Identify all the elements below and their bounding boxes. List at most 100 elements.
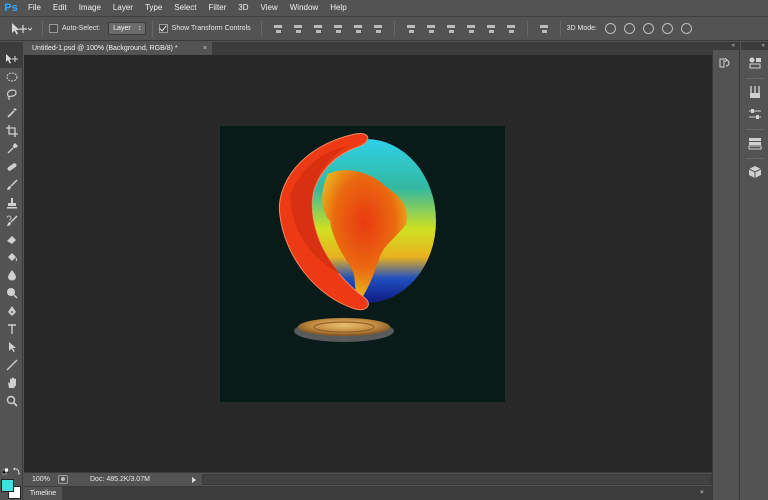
layers-icon — [748, 138, 762, 150]
panel-dock-column: « — [741, 42, 768, 500]
horizontal-scrollbar[interactable] — [202, 474, 712, 485]
timeline-collapse-icon[interactable]: » — [700, 488, 704, 496]
zoom-level[interactable]: 100% — [24, 476, 58, 483]
zoom-tool-button[interactable] — [0, 392, 23, 410]
magic-wand-icon — [6, 108, 16, 118]
menu-3d[interactable]: 3D — [232, 0, 254, 16]
hand-icon — [7, 377, 16, 388]
stamp-icon — [6, 198, 17, 209]
type-tool-button[interactable] — [0, 320, 23, 338]
menu-image[interactable]: Image — [73, 0, 107, 16]
dock-collapse-icon[interactable]: « — [741, 42, 768, 50]
canvas-area[interactable] — [24, 55, 712, 472]
document-tab[interactable]: Untitled-1.psd @ 100% (Background, RGB/8… — [24, 42, 212, 55]
auto-select-checkbox[interactable] — [49, 24, 58, 33]
align-right-edges-icon[interactable] — [372, 23, 384, 35]
eyedropper-tool-button[interactable] — [0, 140, 23, 158]
close-icon[interactable]: × — [203, 42, 212, 55]
distribute-left-icon[interactable] — [465, 23, 477, 35]
brush-tool-button[interactable] — [0, 176, 23, 194]
line-tool-button[interactable] — [0, 356, 23, 374]
swap-colors-icon[interactable] — [13, 467, 21, 475]
timeline-tab[interactable]: Timeline — [24, 487, 62, 500]
pen-tool-button[interactable] — [0, 302, 23, 320]
paint-bucket-tool-button[interactable] — [0, 248, 23, 266]
menu-layer[interactable]: Layer — [107, 0, 139, 16]
adjustments-panel-button[interactable] — [745, 54, 765, 72]
crop-tool-button[interactable] — [0, 122, 23, 140]
layers-panel-button[interactable] — [745, 134, 765, 152]
properties-icon — [749, 109, 761, 119]
eyedropper-icon — [7, 143, 18, 154]
default-colors-icon[interactable] — [1, 467, 9, 475]
menu-bar: Ps File Edit Image Layer Type Select Fil… — [0, 0, 768, 16]
3d-panel-button[interactable] — [745, 163, 765, 181]
menu-file[interactable]: File — [22, 0, 47, 16]
menu-edit[interactable]: Edit — [47, 0, 73, 16]
distribute-horizontal-centers-icon[interactable] — [485, 23, 497, 35]
menu-help[interactable]: Help — [324, 0, 352, 16]
auto-select-target-dropdown[interactable]: Layer — [108, 22, 146, 35]
document-info-icon[interactable] — [58, 475, 68, 484]
options-separator — [559, 20, 561, 37]
3d-scale-icon[interactable] — [681, 23, 692, 34]
dodge-tool-button[interactable] — [0, 284, 23, 302]
auto-align-layers-icon[interactable] — [538, 23, 550, 35]
document-canvas[interactable] — [220, 126, 505, 402]
align-horizontal-centers-icon[interactable] — [352, 23, 364, 35]
eraser-tool-button[interactable] — [0, 230, 23, 248]
document-tab-bar: Untitled-1.psd @ 100% (Background, RGB/8… — [24, 42, 712, 55]
menu-window[interactable]: Window — [284, 0, 324, 16]
blur-tool-button[interactable] — [0, 266, 23, 284]
tools-panel-header[interactable] — [0, 42, 22, 50]
lasso-tool-button[interactable] — [0, 86, 23, 104]
history-brush-icon — [6, 215, 18, 226]
distribute-bottom-icon[interactable] — [445, 23, 457, 35]
history-panel-button[interactable] — [716, 54, 736, 72]
paint-bucket-icon — [7, 253, 17, 262]
brush-presets-panel-button[interactable] — [745, 83, 765, 101]
ellipse-marquee-icon — [6, 72, 17, 82]
healing-brush-tool-button[interactable] — [0, 158, 23, 176]
align-top-edges-icon[interactable] — [272, 23, 284, 35]
quick-selection-tool-button[interactable] — [0, 104, 23, 122]
globe-logo-artwork — [278, 132, 436, 342]
distribute-right-icon[interactable] — [505, 23, 517, 35]
elliptical-marquee-tool-button[interactable] — [0, 68, 23, 86]
align-vertical-centers-icon[interactable] — [292, 23, 304, 35]
show-transform-checkbox[interactable] — [158, 24, 168, 33]
3d-slide-icon[interactable] — [662, 23, 673, 34]
align-left-edges-icon[interactable] — [332, 23, 344, 35]
auto-select-label: Auto-Select: — [62, 25, 101, 32]
pen-icon — [7, 306, 16, 316]
eraser-icon — [6, 236, 16, 244]
3d-pan-icon[interactable] — [643, 23, 654, 34]
hand-tool-button[interactable] — [0, 374, 23, 392]
adjustments-icon — [749, 57, 761, 69]
options-separator — [526, 20, 528, 37]
foreground-color-swatch[interactable] — [1, 479, 14, 492]
options-separator — [260, 20, 262, 37]
menu-view[interactable]: View — [255, 0, 284, 16]
move-tool-button[interactable] — [0, 50, 23, 68]
show-transform-label: Show Transform Controls — [171, 25, 251, 32]
history-brush-tool-button[interactable] — [0, 212, 23, 230]
align-bottom-edges-icon[interactable] — [312, 23, 324, 35]
3d-roll-icon[interactable] — [624, 23, 635, 34]
path-selection-icon — [8, 342, 16, 352]
clone-stamp-tool-button[interactable] — [0, 194, 23, 212]
menu-select[interactable]: Select — [168, 0, 202, 16]
menu-filter[interactable]: Filter — [203, 0, 233, 16]
3d-rotate-icon[interactable] — [605, 23, 616, 34]
properties-panel-button[interactable] — [745, 105, 765, 123]
status-menu-arrow-icon[interactable] — [192, 476, 196, 483]
move-tool-icon[interactable] — [6, 19, 36, 39]
dock-collapse-icon[interactable]: « — [713, 42, 739, 50]
document-size: Doc: 485.2K/3.07M — [90, 476, 150, 483]
document-tab-title: Untitled-1.psd @ 100% (Background, RGB/8… — [32, 45, 178, 52]
distribute-vertical-centers-icon[interactable] — [425, 23, 437, 35]
path-selection-tool-button[interactable] — [0, 338, 23, 356]
tools-panel — [0, 42, 23, 500]
menu-type[interactable]: Type — [139, 0, 168, 16]
distribute-top-icon[interactable] — [405, 23, 417, 35]
